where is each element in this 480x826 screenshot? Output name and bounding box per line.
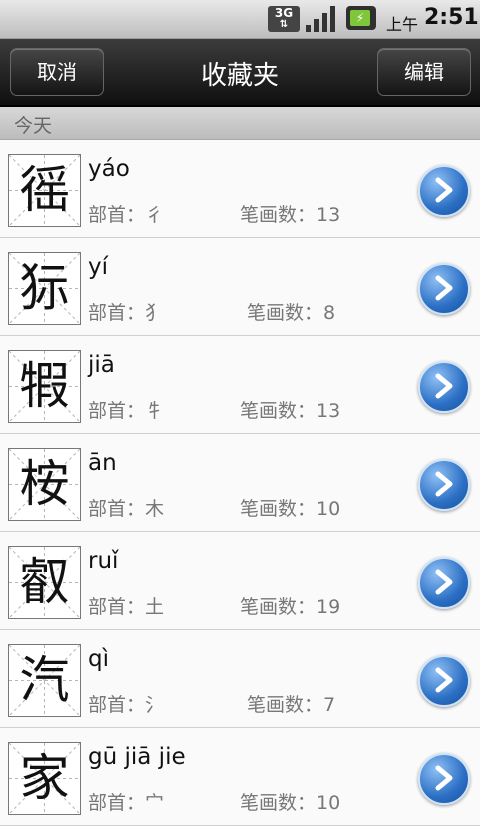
- chevron-right-icon: [435, 373, 453, 399]
- hanzi-character: 叡: [19, 553, 70, 611]
- section-header-today: 今天: [0, 107, 480, 140]
- chevron-right-icon: [435, 765, 453, 791]
- battery-icon: ⚡: [346, 6, 376, 30]
- stroke-count-text: 笔画数：13: [240, 400, 341, 422]
- character-grid-box: 徭: [8, 154, 81, 227]
- list-item[interactable]: 汽 qì 部首：氵 笔画数：7: [0, 630, 480, 728]
- stroke-count-text: 笔画数：19: [240, 596, 341, 618]
- network-3g-icon: 3G ⇅: [268, 6, 300, 32]
- page-title: 收藏夹: [200, 61, 279, 91]
- chevron-right-icon: [435, 667, 453, 693]
- chevron-right-icon: [435, 177, 453, 203]
- title-bar: 取消 收藏夹 编辑: [0, 39, 480, 107]
- list-item[interactable]: 家 gū jiā jie 部首：宀 笔画数：10: [0, 728, 480, 826]
- list-item[interactable]: 叡 ruǐ 部首：土 笔画数：19: [0, 532, 480, 630]
- cancel-button[interactable]: 取消: [10, 48, 104, 96]
- time-ampm: 上午: [386, 15, 419, 34]
- chevron-right-icon: [435, 275, 453, 301]
- chevron-right-icon: [435, 569, 453, 595]
- character-grid-box: 犌: [8, 350, 81, 423]
- status-bar: 3G ⇅ ⚡ 上午 2:51: [0, 0, 480, 39]
- radical-text: 部首：牜: [88, 400, 165, 422]
- hanzi-character: 狋: [19, 259, 70, 317]
- character-grid-box: 狋: [8, 252, 81, 325]
- character-grid-box: 叡: [8, 546, 81, 619]
- hanzi-character: 桉: [19, 455, 70, 513]
- stroke-count-text: 笔画数：8: [247, 302, 336, 324]
- radical-text: 部首：彳: [88, 204, 165, 226]
- hanzi-character: 家: [19, 749, 70, 807]
- radical-text: 部首：木: [88, 498, 165, 520]
- pinyin-text: ān: [88, 450, 117, 476]
- detail-arrow-button[interactable]: [418, 655, 470, 707]
- edit-button[interactable]: 编辑: [377, 48, 471, 96]
- signal-strength-icon: [306, 6, 338, 32]
- pinyin-text: gū jiā jie: [88, 744, 186, 770]
- pinyin-text: ruǐ: [88, 548, 119, 574]
- stroke-count-text: 笔画数：7: [247, 694, 336, 716]
- hanzi-character: 徭: [19, 161, 70, 219]
- pinyin-text: jiā: [88, 352, 115, 378]
- detail-arrow-button[interactable]: [418, 165, 470, 217]
- detail-arrow-button[interactable]: [418, 263, 470, 315]
- list-item[interactable]: 犌 jiā 部首：牜 笔画数：13: [0, 336, 480, 434]
- pinyin-text: yáo: [88, 156, 130, 182]
- list-item[interactable]: 狋 yí 部首：犭 笔画数：8: [0, 238, 480, 336]
- character-grid-box: 家: [8, 742, 81, 815]
- network-type-label: 3G: [274, 6, 294, 20]
- hanzi-character: 汽: [19, 651, 70, 709]
- detail-arrow-button[interactable]: [418, 557, 470, 609]
- stroke-count-text: 笔画数：10: [240, 498, 341, 520]
- radical-text: 部首：土: [88, 596, 165, 618]
- detail-arrow-button[interactable]: [418, 459, 470, 511]
- section-header-label: 今天: [14, 115, 53, 137]
- chevron-right-icon: [435, 471, 453, 497]
- radical-text: 部首：氵: [88, 694, 165, 716]
- pinyin-text: yí: [88, 254, 109, 280]
- radical-text: 部首：犭: [88, 302, 165, 324]
- hanzi-character: 犌: [19, 357, 70, 415]
- detail-arrow-button[interactable]: [418, 361, 470, 413]
- clock-time: 2:51: [424, 5, 479, 30]
- pinyin-text: qì: [88, 646, 109, 672]
- stroke-count-text: 笔画数：10: [240, 792, 341, 814]
- character-grid-box: 汽: [8, 644, 81, 717]
- list-item[interactable]: 徭 yáo 部首：彳 笔画数：13: [0, 140, 480, 238]
- detail-arrow-button[interactable]: [418, 753, 470, 805]
- stroke-count-text: 笔画数：13: [240, 204, 341, 226]
- character-grid-box: 桉: [8, 448, 81, 521]
- list-item[interactable]: 桉 ān 部首：木 笔画数：10: [0, 434, 480, 532]
- radical-text: 部首：宀: [88, 792, 165, 814]
